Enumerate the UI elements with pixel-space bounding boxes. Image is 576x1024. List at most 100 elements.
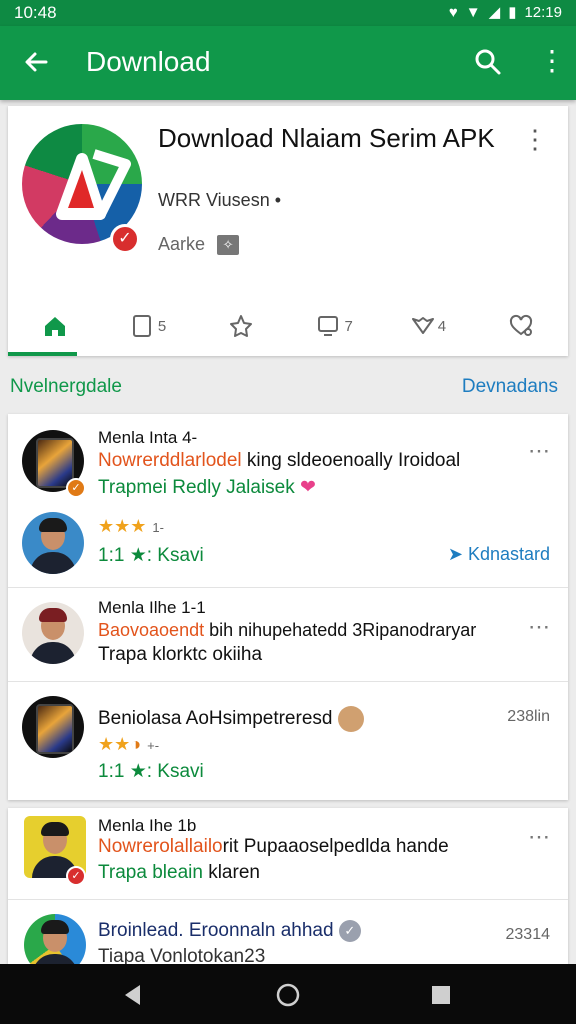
section-title: Nvelnergdale	[10, 376, 122, 397]
avatar	[24, 914, 86, 964]
tab-tablet-count: 5	[157, 317, 167, 335]
item-tagline: Trapa klorktc okiiha	[98, 644, 263, 665]
tab-heart-count: 4	[437, 317, 447, 335]
verified-badge-icon: ✓	[66, 866, 86, 886]
app-developer-text: WRR Viusesn	[158, 190, 270, 210]
card-overflow-icon[interactable]: ⋮	[522, 124, 548, 155]
app-detail-card: ✓ Download Nlaiam Serim APK WRR Viusesn …	[8, 106, 568, 356]
item-overflow-icon[interactable]: ⋯	[528, 824, 550, 850]
item-title: Beniolasa AoHsimpetreresd	[98, 706, 364, 732]
download-link[interactable]: ➤ Kdnastard	[448, 544, 550, 565]
item-overflow-icon[interactable]: ⋯	[528, 438, 550, 464]
rating-stars: ★★★ 1-	[98, 516, 164, 537]
item-tagline-rest: klaren	[202, 862, 260, 883]
link-icon: ➤	[447, 544, 463, 564]
item-description-highlight: Nowrerddlarlodel	[98, 450, 242, 471]
item-title: Broinlead. Eroonnaln ahhad ✓	[98, 920, 361, 942]
half-star-icon: ◑	[130, 734, 142, 754]
tab-heart[interactable]: 4	[381, 296, 474, 356]
system-nav-bar	[0, 964, 576, 1024]
tablet-icon	[132, 315, 151, 337]
tab-star[interactable]	[195, 296, 288, 356]
list-card: ✓ Menla Ihe 1b Nowrerolallailorit Pupaao…	[8, 808, 568, 964]
download-count: 1:1 ★: Ksavi	[98, 761, 204, 782]
page-title: Download	[86, 46, 211, 77]
list-item[interactable]: Broinlead. Eroonnaln ahhad ✓ Tiapa Vonlo…	[8, 900, 568, 964]
overflow-menu-icon[interactable]: ⋮	[538, 46, 566, 78]
status-clock-right: 12:19	[524, 3, 562, 21]
item-tagline: Tiapa Vonlotokan23	[98, 946, 266, 964]
app-meta-label: Aarke	[158, 234, 206, 254]
item-name: Menla Ihe 1b	[98, 816, 197, 835]
status-bar: 10:48 ♥ ▼ ◢ ▮ 12:19	[0, 0, 576, 26]
status-icons: ♥ ▼ ◢ ▮ 12:19	[448, 3, 562, 22]
list-item[interactable]: ✓ Menla Ihe 1b Nowrerolallailorit Pupaao…	[8, 808, 568, 900]
content-rating-icon: ✧	[217, 234, 240, 255]
search-icon[interactable]	[472, 46, 504, 78]
section-link[interactable]: Devnadans	[462, 376, 558, 398]
rating-stars: ★★◑ +-	[98, 734, 159, 755]
item-description-rest: bih nihupehatedd 3Ripanodraryar	[204, 620, 477, 640]
app-title: Download Nlaiam Serim APK	[158, 123, 495, 153]
avatar	[22, 602, 84, 664]
rating-extra: 1-	[152, 520, 164, 535]
tab-monitor-count: 7	[344, 317, 353, 335]
status-time: 10:48	[14, 3, 57, 22]
back-arrow-icon[interactable]	[20, 46, 52, 78]
app-bar: Download ⋮	[0, 26, 576, 100]
monitor-icon	[318, 316, 339, 336]
recents-nav-icon[interactable]	[428, 982, 454, 1008]
item-tagline-highlight: Trapa bleain	[98, 862, 203, 883]
verified-check-icon: ✓	[110, 224, 140, 254]
list-item[interactable]: Menla Ilhe 1-1 Baovoaoendt bih nihupehat…	[8, 588, 568, 682]
file-size: 23314	[505, 926, 551, 943]
item-name: Menla Inta 4-	[98, 428, 198, 447]
shield-check-icon: ✓	[338, 920, 361, 942]
verified-badge-icon: ✓	[66, 478, 86, 498]
file-size: 238lin	[507, 708, 550, 725]
item-description-rest: king sldeoenoally Iroidoal	[241, 450, 461, 471]
list-item[interactable]: Beniolasa AoHsimpetreresd ★★◑ +- 1:1 ★: K…	[8, 682, 568, 800]
item-description: Nowrerolallailorit Pupaaoselpedlda hande	[98, 836, 449, 858]
item-title-text: Beniolasa AoHsimpetreresd	[98, 708, 333, 730]
heart-check-icon	[510, 314, 533, 336]
item-description: Baovoaoendt bih nihupehatedd 3Ripanodrar…	[98, 620, 476, 641]
tab-favorite[interactable]	[475, 296, 568, 356]
dot-icon: •	[274, 190, 282, 210]
list-item[interactable]: ✓ Menla Inta 4- Nowrerddlarlodel king sl…	[8, 414, 568, 588]
item-description: Nowrerddlarlodel king sldeoenoally Iroid…	[98, 450, 460, 472]
app-meta: Aarke ✧	[158, 234, 240, 255]
signal-icon: ◢	[488, 4, 501, 21]
item-overflow-icon[interactable]: ⋯	[528, 614, 550, 640]
tab-monitor[interactable]: 7	[288, 296, 381, 356]
app-developer: WRR Viusesn •	[158, 190, 281, 211]
tab-bar: 5 7 4	[8, 296, 568, 356]
home-icon	[44, 317, 65, 336]
item-description-rest: rit Pupaaoselpedlda hande	[222, 836, 449, 857]
heart-icon: ❤	[300, 477, 316, 498]
item-tagline: Trapmei Redly Jalaisek ❤	[98, 476, 316, 499]
avatar	[22, 512, 84, 574]
tab-tablet[interactable]: 5	[101, 296, 194, 356]
app-thumbnail	[22, 696, 84, 758]
download-link-label: Kdnastard	[467, 544, 550, 564]
item-name: Menla Ilhe 1-1	[98, 598, 206, 617]
heart-outline-icon	[411, 317, 434, 334]
download-count: 1:1 ★: Ksavi	[98, 545, 204, 566]
item-tagline: Trapa bleain klaren	[98, 862, 260, 884]
rating-stars-value: ★★★	[98, 516, 147, 536]
wifi-icon: ▼	[465, 3, 481, 21]
item-description-highlight: Nowrerolallailo	[98, 836, 223, 857]
back-nav-icon[interactable]	[120, 982, 146, 1008]
battery-icon: ▮	[508, 4, 517, 21]
tab-home[interactable]	[8, 296, 101, 356]
item-description-highlight: Baovoaoendt	[98, 620, 205, 640]
home-nav-icon[interactable]	[275, 982, 301, 1008]
rating-extra: +-	[147, 738, 160, 753]
star-icon	[230, 315, 253, 337]
item-tagline-text: Trapmei Redly Jalaisek	[98, 477, 295, 498]
notification-icon: ♥	[448, 3, 458, 21]
creator-avatar	[337, 706, 364, 732]
rating-stars-value: ★★	[98, 734, 131, 754]
item-title-text: Broinlead. Eroonnaln ahhad	[98, 920, 334, 942]
